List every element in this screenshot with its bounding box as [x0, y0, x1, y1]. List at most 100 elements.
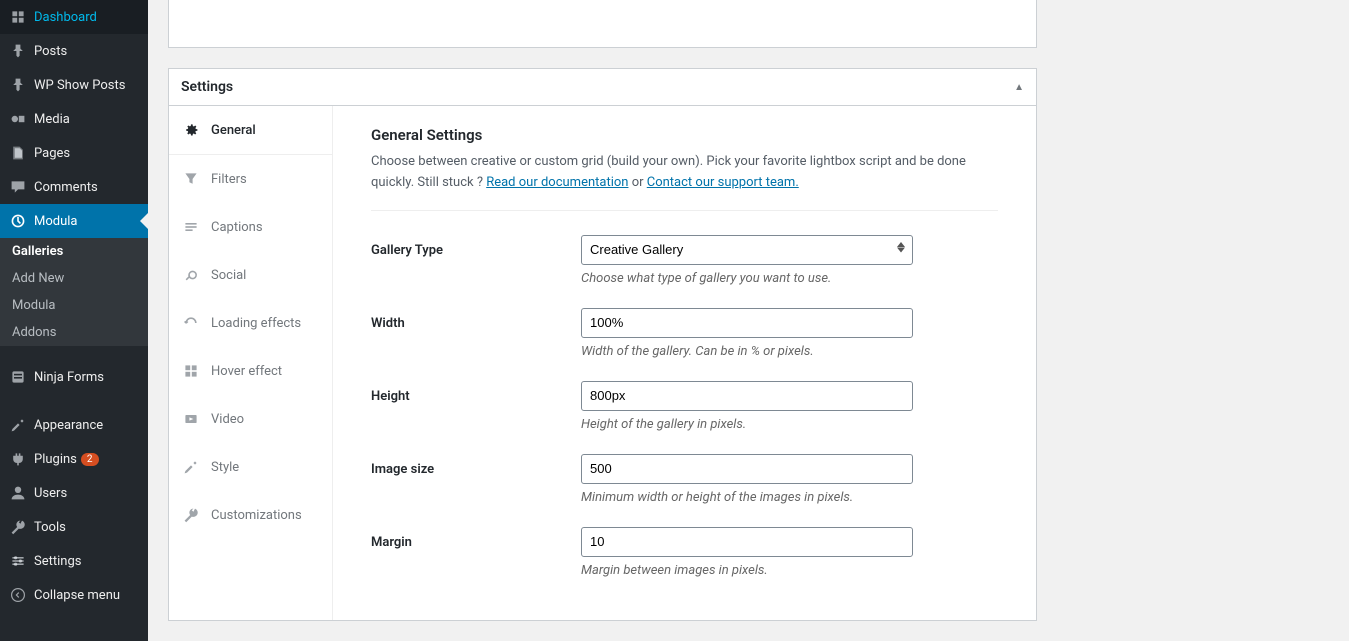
tools-icon [8, 517, 28, 537]
tab-loading-effects[interactable]: Loading effects [169, 299, 332, 347]
sidebar-item-label: Appearance [34, 418, 103, 433]
hint-gallery-type: Choose what type of gallery you want to … [581, 271, 998, 286]
link-support[interactable]: Contact our support team. [647, 175, 799, 190]
label-width: Width [371, 308, 581, 331]
form-area: General Settings Choose between creative… [333, 106, 1036, 620]
sidebar-item-label: Dashboard [34, 10, 97, 25]
plugins-badge: 2 [81, 453, 99, 466]
sidebar-item-users[interactable]: Users [0, 476, 148, 510]
tab-label: Captions [211, 220, 263, 235]
panel-header[interactable]: Settings ▲ [169, 69, 1036, 106]
right-gutter [1057, 0, 1349, 641]
sidebar-item-ninja-forms[interactable]: Ninja Forms [0, 360, 148, 394]
sidebar-item-label: Posts [34, 44, 67, 59]
panel-title: Settings [181, 79, 233, 95]
sidebar-item-settings[interactable]: Settings [0, 544, 148, 578]
video-icon [181, 409, 201, 429]
form-heading: General Settings [371, 126, 998, 144]
sidebar-item-label: WP Show Posts [34, 78, 125, 93]
row-width: Width Width of the gallery. Can be in % … [371, 308, 998, 359]
dashboard-icon [8, 7, 28, 27]
media-icon [8, 109, 28, 129]
link-documentation[interactable]: Read our documentation [486, 175, 628, 190]
sidebar-item-appearance[interactable]: Appearance [0, 408, 148, 442]
sidebar-item-posts[interactable]: Posts [0, 34, 148, 68]
sidebar-subitem-galleries[interactable]: Galleries [0, 238, 148, 265]
sidebar-item-tools[interactable]: Tools [0, 510, 148, 544]
tab-general[interactable]: General [169, 106, 332, 155]
tab-video[interactable]: Video [169, 395, 332, 443]
form-description: Choose between creative or custom grid (… [371, 152, 998, 194]
sidebar-item-collapse[interactable]: Collapse menu [0, 578, 148, 612]
input-width[interactable] [581, 308, 913, 338]
users-icon [8, 483, 28, 503]
tab-style[interactable]: Style [169, 443, 332, 491]
sidebar-subitem-addons[interactable]: Addons [0, 319, 148, 346]
tab-filters[interactable]: Filters [169, 155, 332, 203]
sidebar-item-media[interactable]: Media [0, 102, 148, 136]
sidebar-item-label: Media [34, 112, 70, 127]
tab-customizations[interactable]: Customizations [169, 491, 332, 539]
sidebar-item-modula[interactable]: Modula [0, 204, 148, 238]
sidebar-item-label: Plugins [34, 452, 77, 467]
select-gallery-type[interactable]: Creative Gallery [581, 235, 913, 265]
input-height[interactable] [581, 381, 913, 411]
separator [371, 210, 998, 211]
sidebar-item-label: Settings [34, 554, 81, 569]
hint-height: Height of the gallery in pixels. [581, 417, 998, 432]
row-height: Height Height of the gallery in pixels. [371, 381, 998, 432]
appearance-icon [8, 415, 28, 435]
tab-hover-effect[interactable]: Hover effect [169, 347, 332, 395]
pages-icon [8, 143, 28, 163]
sidebar-item-label: Users [34, 486, 67, 501]
pin-icon [8, 75, 28, 95]
sidebar-item-label: Modula [34, 214, 78, 229]
settings-panel: Settings ▲ General Filters [168, 68, 1037, 621]
sidebar-item-label: Pages [34, 146, 70, 161]
gear-icon [181, 120, 201, 140]
collapse-arrow-icon[interactable]: ▲ [1014, 82, 1024, 93]
tab-label: Filters [211, 172, 247, 187]
forms-icon [8, 367, 28, 387]
sidebar-item-plugins[interactable]: Plugins 2 [0, 442, 148, 476]
input-image-size[interactable] [581, 454, 913, 484]
previous-panel-tail [168, 0, 1037, 48]
row-image-size: Image size Minimum width or height of th… [371, 454, 998, 505]
main-content: Settings ▲ General Filters [148, 0, 1057, 641]
modula-icon [8, 211, 28, 231]
tab-label: Style [211, 460, 239, 475]
captions-icon [181, 217, 201, 237]
settings-tabs: General Filters Captions Social [169, 106, 333, 620]
sidebar-item-pages[interactable]: Pages [0, 136, 148, 170]
plugins-icon [8, 449, 28, 469]
sidebar-item-comments[interactable]: Comments [0, 170, 148, 204]
hover-icon [181, 361, 201, 381]
sidebar-item-label: Comments [34, 180, 98, 195]
label-margin: Margin [371, 527, 581, 550]
sidebar-item-wp-show-posts[interactable]: WP Show Posts [0, 68, 148, 102]
hint-image-size: Minimum width or height of the images in… [581, 490, 998, 505]
hint-margin: Margin between images in pixels. [581, 563, 998, 578]
sidebar-subitem-modula[interactable]: Modula [0, 292, 148, 319]
row-gallery-type: Gallery Type Creative Gallery Choose wha… [371, 235, 998, 286]
style-icon [181, 457, 201, 477]
tab-social[interactable]: Social [169, 251, 332, 299]
sidebar-item-label: Collapse menu [34, 588, 120, 603]
tab-captions[interactable]: Captions [169, 203, 332, 251]
hint-width: Width of the gallery. Can be in % or pix… [581, 344, 998, 359]
tab-label: Social [211, 268, 246, 283]
input-margin[interactable] [581, 527, 913, 557]
loading-icon [181, 313, 201, 333]
pin-icon [8, 41, 28, 61]
tab-label: General [211, 123, 256, 138]
sidebar-item-dashboard[interactable]: Dashboard [0, 0, 148, 34]
comments-icon [8, 177, 28, 197]
collapse-icon [8, 585, 28, 605]
sidebar-item-label: Ninja Forms [34, 370, 104, 385]
label-gallery-type: Gallery Type [371, 235, 581, 258]
sidebar-item-label: Tools [34, 520, 66, 535]
tab-label: Customizations [211, 508, 302, 523]
label-image-size: Image size [371, 454, 581, 477]
tab-label: Loading effects [211, 316, 301, 331]
sidebar-subitem-add-new[interactable]: Add New [0, 265, 148, 292]
